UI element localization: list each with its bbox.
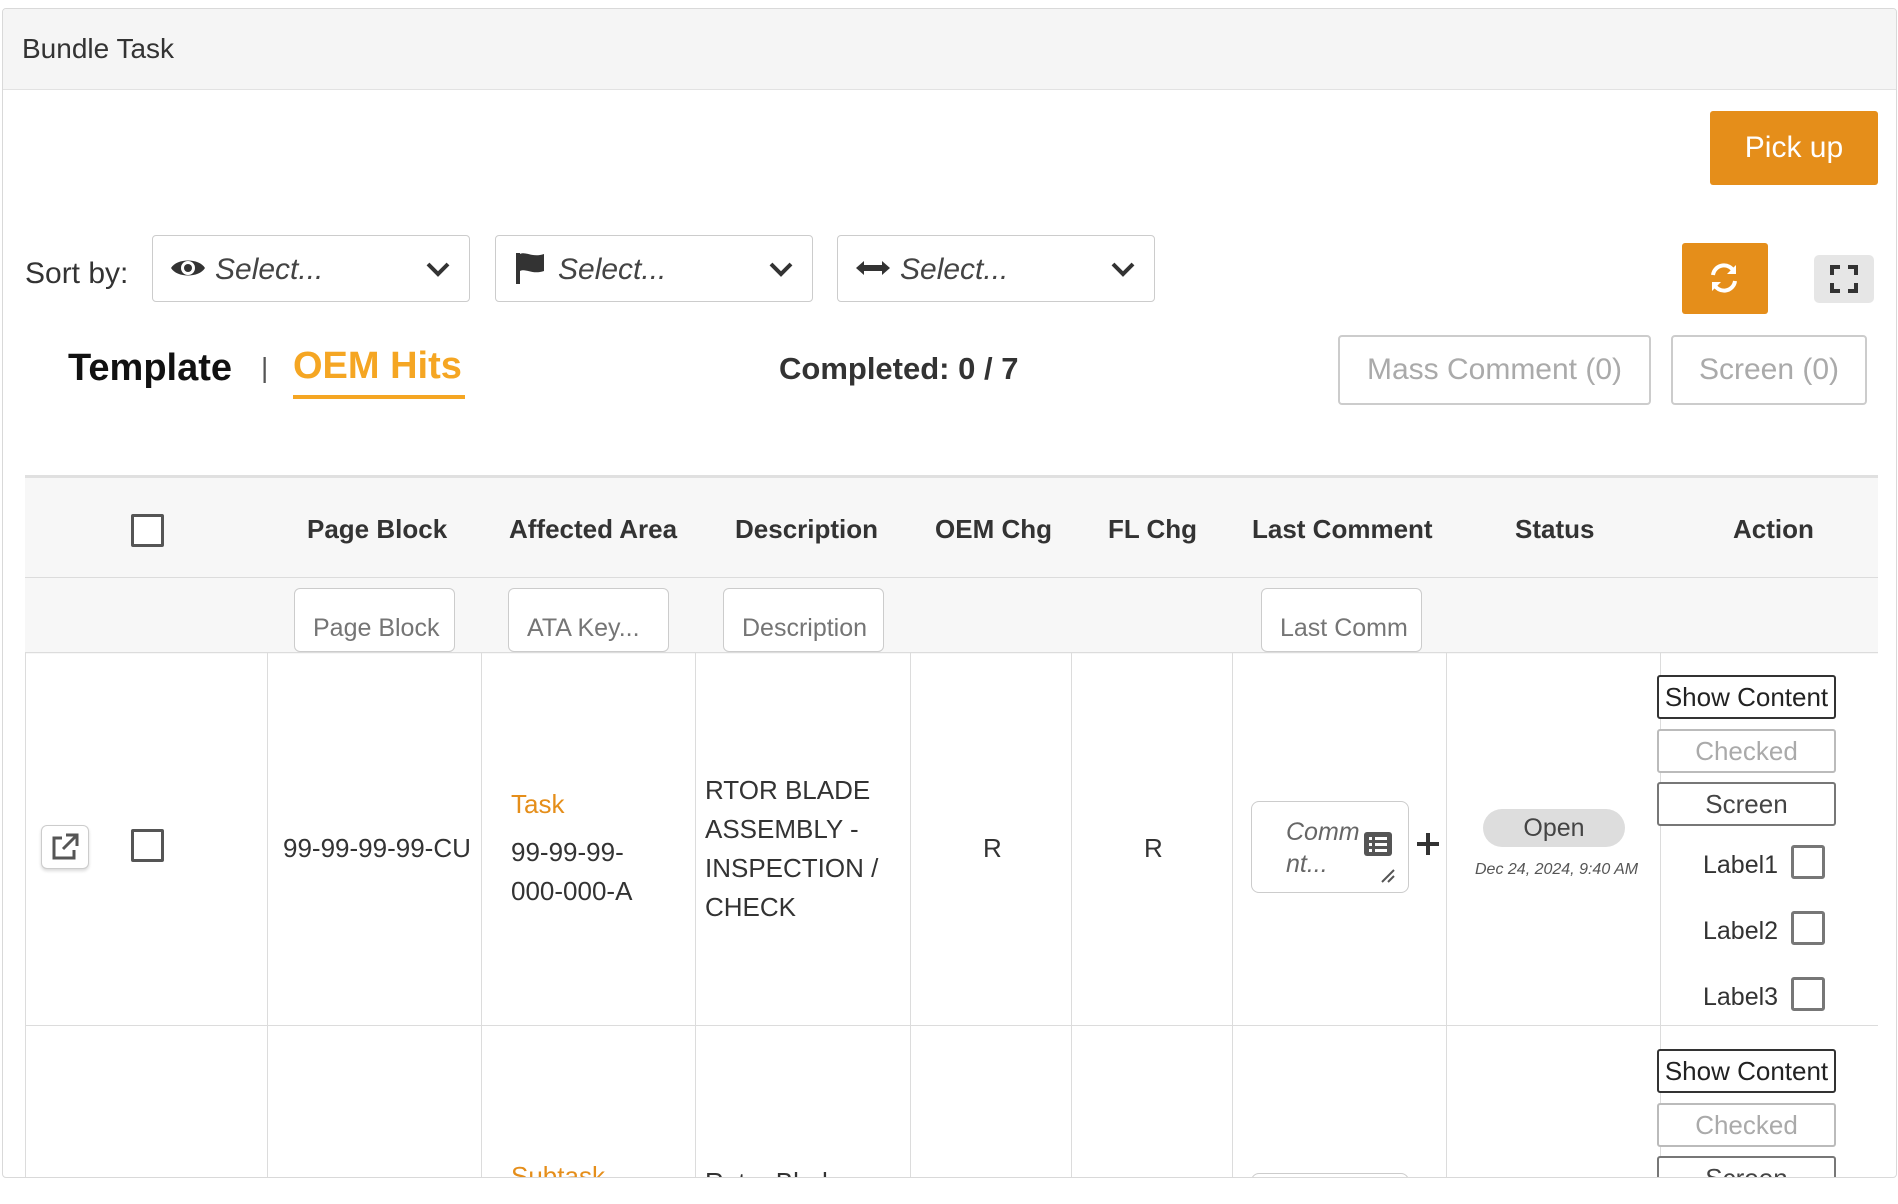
label1-checkbox[interactable] (1791, 845, 1825, 879)
add-comment-icon[interactable] (1415, 831, 1441, 857)
select-placeholder: Select... (215, 253, 324, 286)
label2-text: Label2 (1703, 917, 1779, 945)
chevron-down-icon (769, 262, 793, 277)
row-divider (25, 652, 1878, 653)
screen-row-button[interactable]: Screen (1657, 782, 1836, 826)
chevron-down-icon (1111, 262, 1135, 277)
refresh-button[interactable] (1682, 243, 1768, 314)
show-content-button[interactable]: Show Content (1657, 675, 1836, 719)
select-placeholder: Select... (558, 253, 667, 286)
comment-textarea[interactable]: Comm nt... (1251, 801, 1409, 893)
row-type-label: Subtask (511, 1161, 605, 1178)
comment-placeholder: Comm nt... (1286, 816, 1366, 880)
column-divider (1446, 652, 1447, 1177)
label3-text: Label3 (1703, 983, 1779, 1011)
column-divider (695, 652, 696, 1177)
sort-by-label: Sort by: (25, 257, 129, 290)
row-divider (25, 1025, 1878, 1026)
panel-header: Bundle Task (3, 9, 1896, 90)
description-line: RTOR BLADE (705, 775, 871, 805)
select-all-checkbox[interactable] (131, 514, 164, 547)
panel-title: Bundle Task (22, 33, 175, 64)
comment-placeholder-line: nt... (1286, 850, 1328, 878)
page-block-value: 99-99-99-99-CU (283, 833, 471, 863)
completed-count: Completed: 0 / 7 (779, 351, 1019, 386)
tab-separator: | (261, 352, 269, 383)
comment-textarea[interactable] (1251, 1173, 1409, 1177)
checked-button[interactable]: Checked (1657, 1103, 1836, 1147)
column-divider (910, 652, 911, 1177)
row-checkbox[interactable] (131, 829, 164, 862)
comment-list-icon[interactable] (1364, 832, 1392, 856)
last-comment-filter-input[interactable] (1261, 588, 1422, 652)
eye-icon (171, 260, 205, 276)
status-badge: Open (1483, 809, 1625, 847)
oem-chg-value: R (983, 833, 1002, 863)
affected-area-line: 000-000-A (511, 876, 633, 906)
column-header-action: Action (1733, 514, 1814, 544)
column-divider (481, 652, 482, 1177)
header-divider (25, 577, 1878, 578)
tab-template[interactable]: Template (68, 347, 232, 390)
description-filter-input[interactable] (723, 588, 884, 652)
select-placeholder: Select... (900, 253, 1009, 286)
external-link-icon (52, 833, 79, 860)
resize-handle-icon[interactable] (1380, 868, 1396, 884)
column-header-fl-chg[interactable]: FL Chg (1108, 514, 1197, 545)
tab-oem-hits[interactable]: OEM Hits (293, 345, 462, 388)
arrows-horizontal-icon (856, 261, 890, 275)
open-row-button[interactable] (41, 825, 89, 869)
column-header-page-block[interactable]: Page Block (307, 514, 447, 545)
label3-checkbox[interactable] (1791, 977, 1825, 1011)
chevron-down-icon (426, 262, 450, 277)
affected-area-filter-input[interactable] (508, 588, 669, 652)
column-divider (1071, 652, 1072, 1177)
bundle-task-panel: Bundle Task Pick up Sort by: Select... S… (2, 8, 1897, 1178)
description-line: INSPECTION / (705, 853, 879, 883)
status-date: Dec 24, 2024, 9:40 AM (1475, 861, 1639, 878)
active-tab-indicator (293, 395, 465, 399)
label2-checkbox[interactable] (1791, 911, 1825, 945)
description-line: Rotor Blade (705, 1167, 842, 1177)
sort-select-direction[interactable]: Select... (837, 235, 1155, 302)
screen-button[interactable]: Screen (0) (1671, 335, 1867, 405)
affected-area-line: 99-99-99- (511, 837, 624, 867)
pick-up-button[interactable]: Pick up (1710, 111, 1878, 185)
column-header-oem-chg[interactable]: OEM Chg (935, 514, 1052, 545)
sort-select-visibility[interactable]: Select... (152, 235, 470, 302)
column-divider (1232, 652, 1233, 1177)
row-type-label: Task (511, 789, 565, 819)
page-block-filter-input[interactable] (294, 588, 455, 652)
show-content-button[interactable]: Show Content (1657, 1049, 1836, 1093)
table-header: Page Block Affected Area Description OEM… (25, 478, 1878, 654)
refresh-icon (1711, 263, 1737, 293)
flag-icon (516, 253, 544, 284)
fl-chg-value: R (1144, 833, 1163, 863)
fullscreen-button[interactable] (1814, 255, 1874, 303)
screen-row-button[interactable]: Screen (1657, 1156, 1836, 1177)
comment-placeholder-line: Comm (1286, 818, 1360, 846)
column-divider (267, 652, 268, 1177)
column-header-status[interactable]: Status (1515, 514, 1594, 545)
checked-button[interactable]: Checked (1657, 729, 1836, 773)
expand-icon (1830, 265, 1858, 293)
label1-text: Label1 (1703, 851, 1779, 879)
column-header-description[interactable]: Description (735, 514, 878, 545)
description-line: ASSEMBLY - (705, 814, 859, 844)
mass-comment-button[interactable]: Mass Comment (0) (1338, 335, 1651, 405)
description-line: CHECK (705, 892, 797, 922)
column-header-affected-area[interactable]: Affected Area (509, 514, 677, 545)
column-divider (25, 652, 26, 1177)
sort-select-flag[interactable]: Select... (495, 235, 813, 302)
column-header-last-comment[interactable]: Last Comment (1252, 514, 1433, 545)
